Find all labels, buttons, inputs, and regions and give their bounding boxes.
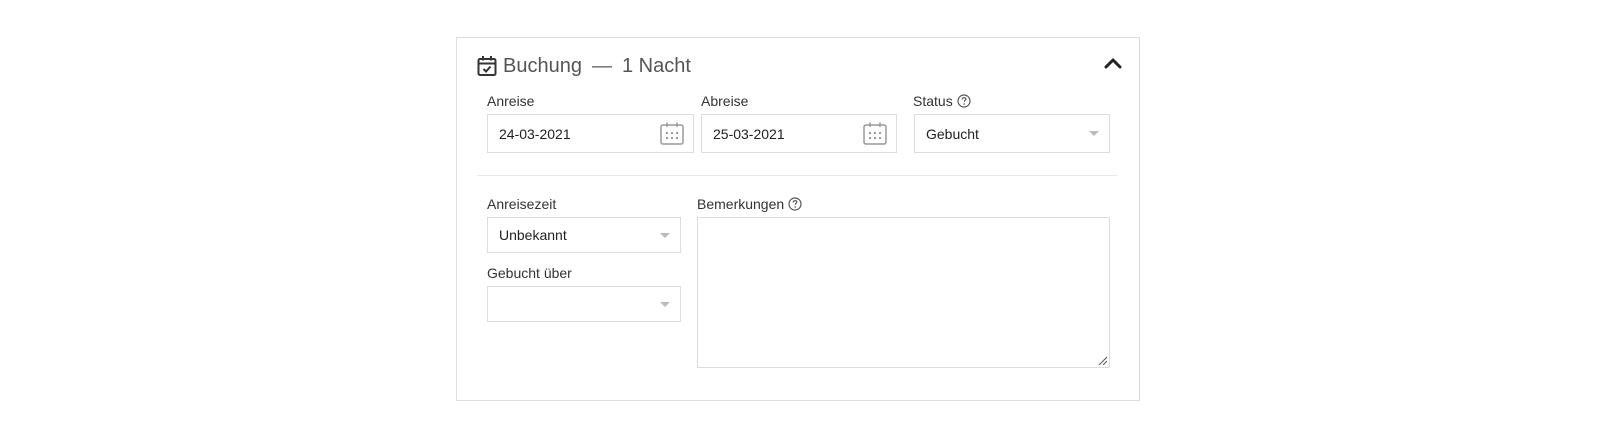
caret-down-icon bbox=[660, 232, 670, 238]
remarks-textarea[interactable] bbox=[697, 217, 1110, 368]
remarks-label-text: Bemerkungen bbox=[697, 196, 785, 212]
booked-via-label-text: Gebucht über bbox=[487, 265, 572, 281]
booked-via-select[interactable] bbox=[487, 286, 681, 322]
departure-date-input[interactable]: 25-03-2021 bbox=[701, 114, 897, 153]
chevron-up-icon bbox=[1104, 58, 1122, 69]
departure-date-value: 25-03-2021 bbox=[713, 125, 785, 142]
caret-down-icon bbox=[1089, 131, 1099, 136]
section-divider bbox=[477, 175, 1117, 176]
panel-header: Buchung — 1 Nacht bbox=[477, 52, 691, 80]
nights-count: 1 Nacht bbox=[621, 54, 691, 77]
status-label-text: Status bbox=[913, 93, 953, 109]
calendar-icon[interactable] bbox=[659, 121, 685, 147]
arrival-time-label: Anreisezeit bbox=[487, 196, 556, 212]
remarks-label: Bemerkungen bbox=[697, 196, 802, 212]
arrival-time-label-text: Anreisezeit bbox=[487, 196, 557, 212]
arrival-time-value: Unbekannt bbox=[499, 227, 567, 243]
collapse-button[interactable] bbox=[1101, 52, 1125, 76]
arrival-date-value: 24-03-2021 bbox=[499, 125, 571, 142]
question-circle-icon[interactable] bbox=[957, 94, 971, 108]
departure-label-text: Abreise bbox=[701, 93, 749, 109]
departure-label: Abreise bbox=[701, 93, 748, 109]
calendar-check-icon bbox=[477, 56, 497, 76]
resize-handle-icon[interactable] bbox=[1097, 355, 1107, 365]
panel-title: Buchung bbox=[503, 54, 582, 77]
status-label: Status bbox=[913, 93, 971, 109]
caret-down-icon bbox=[660, 301, 670, 307]
arrival-time-select[interactable]: Unbekannt bbox=[487, 217, 681, 253]
status-value: Gebucht bbox=[926, 125, 979, 142]
booking-panel: Buchung — 1 Nacht Anreise 24-03-2021 Abr… bbox=[456, 37, 1140, 401]
arrival-date-input[interactable]: 24-03-2021 bbox=[487, 114, 694, 153]
calendar-icon[interactable] bbox=[862, 121, 888, 147]
arrival-label: Anreise bbox=[487, 93, 534, 109]
status-select[interactable]: Gebucht bbox=[914, 114, 1110, 153]
question-circle-icon[interactable] bbox=[788, 197, 802, 211]
arrival-label-text: Anreise bbox=[487, 93, 535, 109]
title-separator: — bbox=[591, 54, 612, 77]
booked-via-label: Gebucht über bbox=[487, 265, 572, 281]
